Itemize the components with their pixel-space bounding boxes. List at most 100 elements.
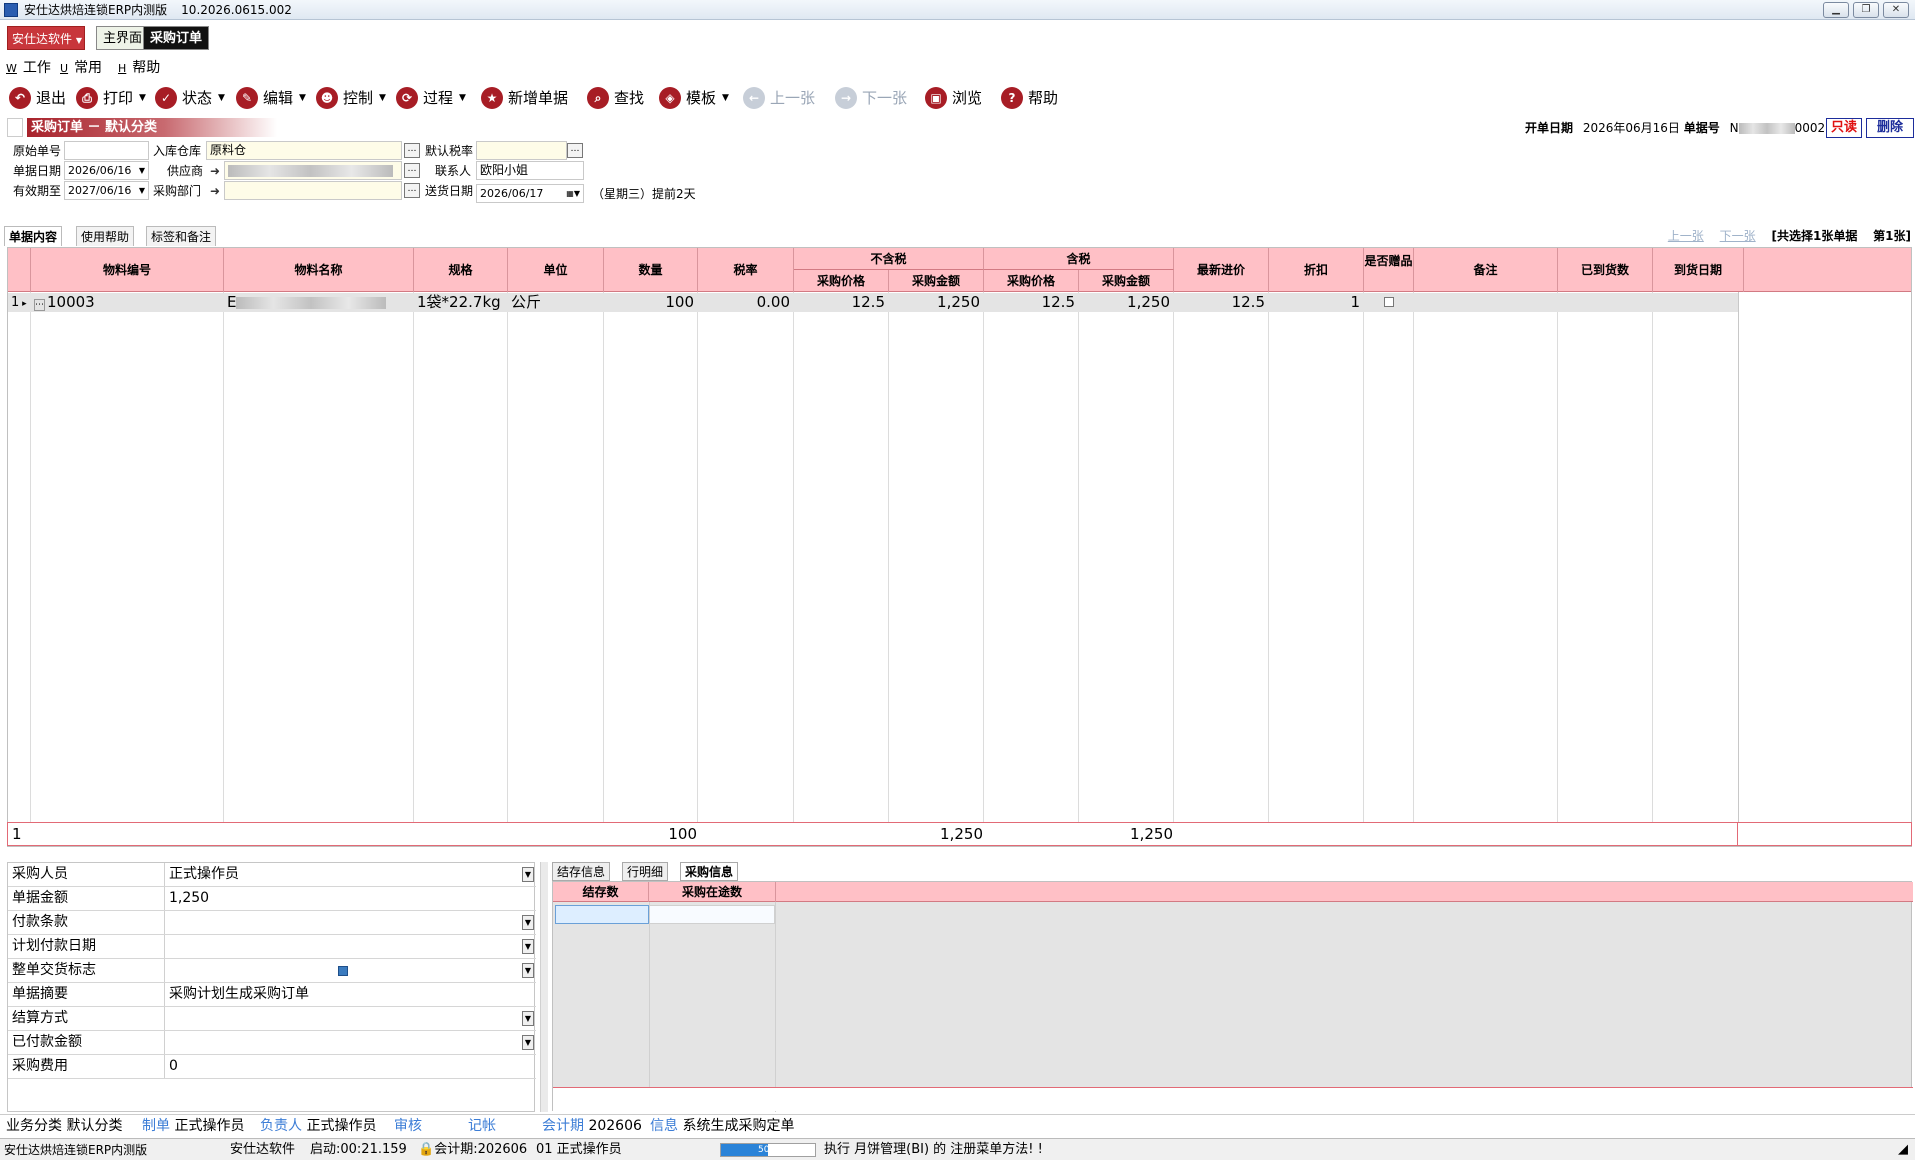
prop-amount[interactable]: 单据金额 1,250 [8,887,536,911]
prop-whole-delivery[interactable]: 整单交货标志 ▼ [8,959,536,983]
prop-purchase-fee-value[interactable]: 0 [164,1055,536,1078]
header-price-inc[interactable]: 采购价格 [984,270,1079,292]
orig-no-field[interactable] [64,141,149,160]
cell-qty[interactable]: 100 [604,293,697,312]
header-arrival-date[interactable]: 到货日期 [1653,248,1744,292]
brand-menu-button[interactable]: 安仕达软件 ▼ [7,26,85,50]
chevron-down-icon[interactable]: ▼ [522,915,534,930]
supplier-lookup-button[interactable]: … [404,163,420,178]
dept-link-icon[interactable]: ➜ [210,182,220,200]
table-row[interactable]: 1 ▸ ⋯ 10003 E 1袋*22.7kg 公斤 100 0.00 12.5 … [8,293,1738,312]
panel-splitter[interactable] [540,862,548,1112]
cell-gift[interactable] [1364,293,1414,312]
resize-grip-icon[interactable]: ◢ [1898,1139,1908,1160]
help-button[interactable]: ? 帮助 [1001,83,1058,113]
collapse-box[interactable] [7,118,23,137]
cell-discount[interactable]: 1 [1269,293,1363,312]
cell-unit[interactable]: 公斤 [508,293,604,312]
edit-button[interactable]: ✎ 编辑 ▼ [236,83,306,113]
subtab-content[interactable]: 单据内容 [4,226,63,246]
prop-summary[interactable]: 单据摘要 采购计划生成采购订单 [8,983,536,1007]
tab-main[interactable]: 主界面 [96,26,150,50]
subtab-tags[interactable]: 标签和备注 [146,226,217,246]
header-arrived[interactable]: 已到货数 [1558,248,1653,292]
menu-help[interactable]: H 帮助 [118,57,160,80]
close-button[interactable]: ✕ [1883,2,1909,18]
header-stock-qty[interactable]: 结存数 [553,882,649,902]
delivery-date-field[interactable]: 2026/06/17 ▦▼ [476,184,584,203]
header-tax-rate[interactable]: 税率 [698,248,794,292]
status-audit-label[interactable]: 审核 [394,1118,422,1134]
prop-summary-value[interactable]: 采购计划生成采购订单 [164,983,536,1006]
new-document-button[interactable]: ★ 新增单据 [481,83,568,113]
prop-payment-terms-value[interactable] [164,911,536,934]
warehouse-field[interactable]: 原料仓 [206,141,402,160]
tax-field[interactable] [476,141,567,160]
prop-plan-pay-date[interactable]: 计划付款日期 ▼ [8,935,536,959]
pager-prev-link[interactable]: 上一张 [1668,229,1704,243]
prop-settlement[interactable]: 结算方式 ▼ [8,1007,536,1031]
tax-lookup-button[interactable]: … [567,143,583,158]
chevron-down-icon[interactable]: ▼ [522,1035,534,1050]
menu-work[interactable]: W 工作 [6,57,51,80]
subtab-help[interactable]: 使用帮助 [76,226,135,246]
minimize-button[interactable]: ▁ [1823,2,1849,18]
chevron-down-icon[interactable]: ▼ [522,963,534,978]
browse-button[interactable]: ▣ 浏览 [925,83,982,113]
restore-button[interactable]: ❐ [1853,2,1879,18]
contact-field[interactable]: 欧阳小姐 [476,161,584,180]
cell-price-ex[interactable]: 12.5 [794,293,888,312]
prop-payment-terms[interactable]: 付款条款 ▼ [8,911,536,935]
cell-material-name[interactable]: E [224,293,414,312]
process-button[interactable]: ⟳ 过程 ▼ [396,83,466,113]
tab-line-detail[interactable]: 行明细 [622,862,669,881]
supplier-link-icon[interactable]: ➜ [210,162,220,180]
cell-price-inc[interactable]: 12.5 [984,293,1078,312]
prop-whole-delivery-value[interactable] [164,959,536,982]
header-discount[interactable]: 折扣 [1269,248,1364,292]
doc-date-field[interactable]: 2026/06/16 ▼ [64,161,149,180]
cell-amount-ex[interactable]: 1,250 [889,293,983,312]
cell-tax-rate[interactable]: 0.00 [698,293,793,312]
valid-date-field[interactable]: 2027/06/16 ▼ [64,181,149,200]
selected-cell[interactable] [555,905,649,924]
header-qty[interactable]: 数量 [604,248,698,292]
header-amount-inc[interactable]: 采购金额 [1079,270,1174,292]
header-material-name[interactable]: 物料名称 [224,248,414,292]
status-maker-label[interactable]: 制单 [142,1118,170,1134]
print-button[interactable]: ⎙ 打印 ▼ [76,83,146,113]
header-note[interactable]: 备注 [1414,248,1558,292]
next-button[interactable]: → 下一张 [835,83,907,113]
table-cell[interactable] [649,905,775,924]
header-amount-ex[interactable]: 采购金额 [889,270,984,292]
control-button[interactable]: ☻ 控制 ▼ [316,83,386,113]
status-period-label[interactable]: 会计期 [542,1118,584,1134]
cell-material-code[interactable]: ⋯ 10003 [31,293,224,312]
exit-button[interactable]: ↶ 退出 [9,83,66,113]
prop-paid-amount[interactable]: 已付款金额 ▼ [8,1031,536,1055]
cell-latest-price[interactable]: 12.5 [1174,293,1268,312]
cell-arrival-date[interactable] [1653,293,1738,312]
supplier-field[interactable] [224,161,402,180]
status-posting-label[interactable]: 记帐 [468,1118,496,1134]
cell-arrived[interactable] [1558,293,1653,312]
header-latest-price[interactable]: 最新进价 [1174,248,1269,292]
prop-paid-amount-value[interactable] [164,1031,536,1054]
dept-lookup-button[interactable]: … [404,183,420,198]
prop-plan-pay-date-value[interactable] [164,935,536,958]
prop-settlement-value[interactable] [164,1007,536,1030]
menu-common[interactable]: U 常用 [60,57,102,80]
tab-stock-info[interactable]: 结存信息 [552,862,611,881]
chevron-down-icon[interactable]: ▼ [522,1011,534,1026]
tab-purchase-info[interactable]: 采购信息 [680,862,739,881]
flag-checkbox-icon[interactable] [338,966,348,976]
pager-next-link[interactable]: 下一张 [1720,229,1756,243]
warehouse-lookup-button[interactable]: … [404,143,420,158]
cell-amount-inc[interactable]: 1,250 [1079,293,1173,312]
header-in-transit[interactable]: 采购在途数 [649,882,776,902]
prop-purchase-fee[interactable]: 采购费用 0 [8,1055,536,1079]
header-price-ex[interactable]: 采购价格 [794,270,889,292]
cell-note[interactable] [1414,293,1558,312]
previous-button[interactable]: ← 上一张 [743,83,815,113]
prop-purchaser-value[interactable]: 正式操作员 [164,863,536,886]
